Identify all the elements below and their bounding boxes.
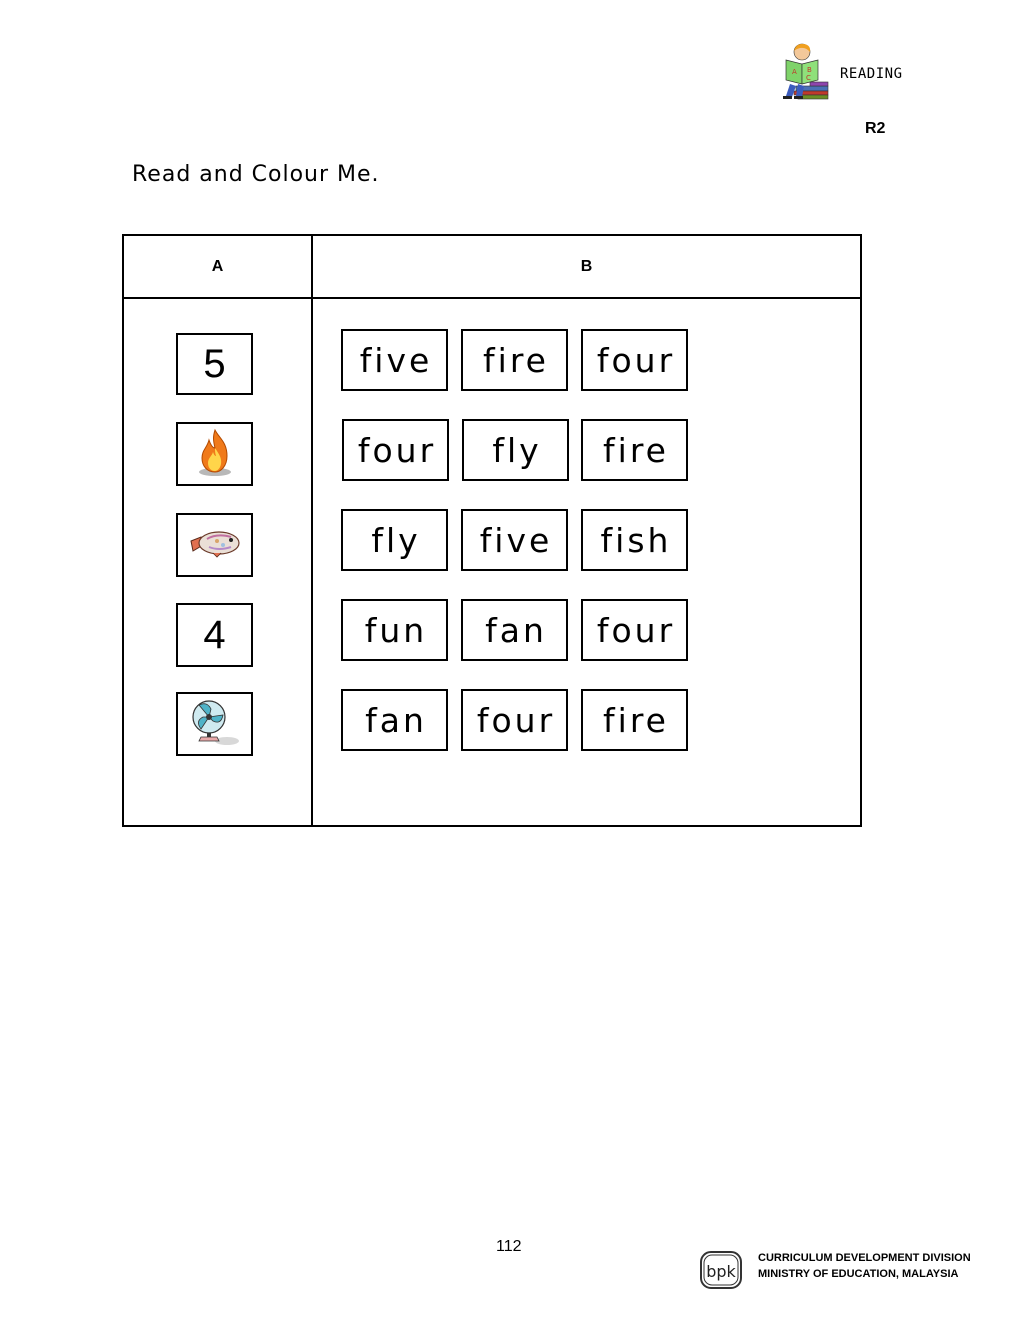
instruction-heading: Read and Colour Me. — [132, 162, 380, 187]
word-choice[interactable]: fly — [462, 419, 569, 481]
word-text: five — [359, 340, 433, 380]
clue-box-fan — [176, 692, 253, 756]
word-choice[interactable]: fan — [341, 689, 448, 751]
word-text: fire — [603, 700, 669, 740]
word-text: four — [357, 430, 437, 470]
word-text: fire — [483, 340, 549, 380]
word-text: fish — [600, 520, 672, 560]
word-choice[interactable]: four — [461, 689, 568, 751]
fire-icon — [193, 426, 237, 483]
word-text: four — [596, 340, 676, 380]
org-name-line1: CURRICULUM DEVELOPMENT DIVISION — [758, 1252, 971, 1264]
word-choice[interactable]: four — [581, 599, 688, 661]
word-choice[interactable]: fan — [461, 599, 568, 661]
word-text: fire — [603, 430, 669, 470]
clue-box-fish — [176, 513, 253, 577]
fan-icon — [185, 695, 245, 754]
word-choice[interactable]: fish — [581, 509, 688, 571]
clue-box-number-4: 4 — [176, 603, 253, 667]
column-header-a: A — [211, 257, 224, 275]
header-divider — [122, 297, 862, 299]
word-text: four — [476, 700, 556, 740]
word-text: fun — [364, 610, 428, 650]
worksheet-code: R2 — [865, 120, 886, 137]
section-label: READING — [840, 66, 903, 82]
word-choice[interactable]: fire — [581, 689, 688, 751]
word-text: fly — [492, 430, 542, 470]
word-choice[interactable]: fly — [341, 509, 448, 571]
page-number: 112 — [496, 1238, 522, 1255]
word-text: fly — [371, 520, 421, 560]
word-choice[interactable]: fire — [461, 329, 568, 391]
word-choice[interactable]: five — [461, 509, 568, 571]
org-name-line2: MINISTRY OF EDUCATION, MALAYSIA — [758, 1268, 959, 1280]
word-text: four — [596, 610, 676, 650]
clue-number: 5 — [203, 341, 226, 386]
svg-text:A: A — [792, 68, 797, 76]
child-reading-books-icon: A B C — [780, 42, 832, 100]
column-divider — [311, 234, 313, 827]
column-header-b: B — [580, 257, 593, 275]
word-choice[interactable]: four — [342, 419, 449, 481]
word-text: five — [479, 520, 553, 560]
word-choice[interactable]: five — [341, 329, 448, 391]
svg-text:C: C — [806, 74, 811, 82]
clue-box-number-5: 5 — [176, 333, 253, 395]
logo-text: bpk — [706, 1262, 736, 1281]
word-choice[interactable]: fire — [581, 419, 688, 481]
word-choice[interactable]: fun — [341, 599, 448, 661]
fish-icon — [187, 525, 243, 566]
word-text: fan — [485, 610, 547, 650]
word-text: fan — [365, 700, 427, 740]
clue-number: 4 — [203, 612, 226, 657]
clue-box-fire — [176, 422, 253, 486]
bpk-logo-icon: bpk — [699, 1250, 745, 1292]
word-choice[interactable]: four — [581, 329, 688, 391]
svg-text:B: B — [807, 66, 812, 74]
